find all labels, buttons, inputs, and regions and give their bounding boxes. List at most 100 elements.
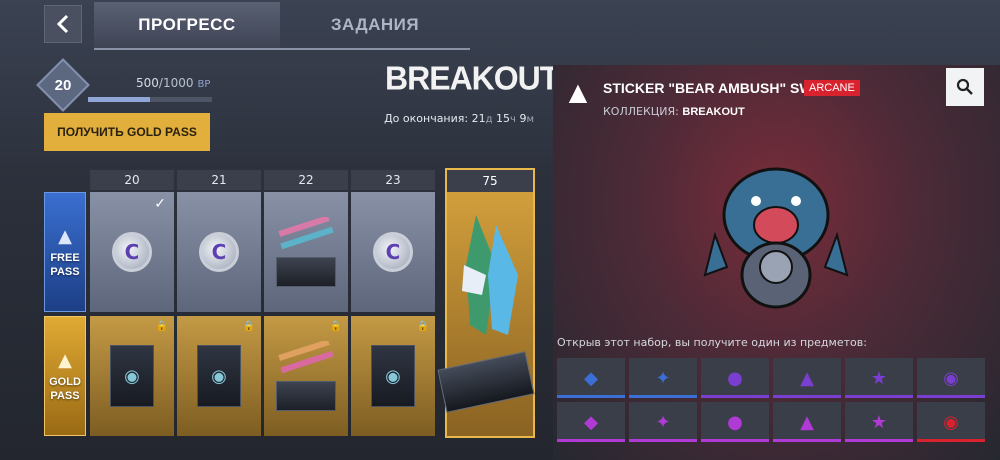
sticker-icon: ◆ — [584, 411, 598, 433]
contents-item[interactable]: ● — [701, 358, 769, 398]
sticker-icon: ◆ — [584, 367, 598, 389]
weapons-icon — [278, 341, 334, 374]
free-reward-cell[interactable]: C ✓ — [90, 192, 174, 312]
rarity-bar — [629, 439, 697, 442]
rarity-bar — [845, 395, 913, 398]
contents-item[interactable]: ◆ — [557, 402, 625, 442]
bp-progress-bar — [88, 97, 212, 102]
contents-description: Открыв этот набор, вы получите один из п… — [557, 336, 867, 349]
search-button[interactable] — [946, 68, 984, 106]
wolf-icon: ▲ — [58, 349, 72, 371]
bp-current: 500 — [136, 76, 159, 90]
item-title: STICKER "BEAR AMBUSH" SWAP — [603, 80, 832, 96]
gold-reward-cell[interactable]: 🔒 — [264, 316, 348, 436]
contents-item[interactable]: ✦ — [629, 402, 697, 442]
sticker-icon: ✦ — [655, 367, 671, 389]
case-icon — [276, 381, 336, 411]
sticker-icon: ● — [727, 411, 743, 433]
contents-item[interactable]: ✦ — [629, 358, 697, 398]
gold-reward-cell[interactable]: ◉ 🔒 — [177, 316, 261, 436]
rarity-bar — [773, 395, 841, 398]
sticker-pack-icon: ◉ — [371, 345, 415, 407]
free-pass-text-1: FREE — [50, 251, 80, 264]
search-icon — [956, 78, 973, 95]
free-pass-text-2: PASS — [50, 265, 80, 278]
free-reward-cell[interactable]: C — [177, 192, 261, 312]
free-reward-cell[interactable]: C — [351, 192, 435, 312]
free-pass-label: ▲ FREE PASS — [44, 192, 86, 312]
sticker-pack-icon: ◉ — [110, 345, 154, 407]
tab-progress-label: ПРОГРЕСС — [138, 15, 236, 34]
sticker-icon: ★ — [870, 367, 888, 389]
bp-unit: BP — [197, 79, 211, 90]
credits-coin-icon: C — [373, 232, 413, 272]
rarity-bar — [917, 439, 985, 442]
get-gold-pass-button[interactable]: ПОЛУЧИТЬ GOLD PASS — [44, 113, 210, 151]
back-button[interactable] — [44, 5, 82, 43]
rarity-bar — [557, 439, 625, 442]
sticker-icon: ✦ — [655, 411, 671, 433]
gold-pass-label: ▲ GOLD PASS — [44, 316, 86, 436]
chevron-left-icon — [56, 14, 69, 34]
check-icon: ✓ — [154, 196, 166, 212]
rarity-bar — [557, 395, 625, 398]
sticker-icon: ★ — [870, 411, 888, 433]
column-header-level: 75 — [447, 170, 533, 192]
contents-item[interactable]: ◆ — [557, 358, 625, 398]
rarity-badge: ARCANE — [804, 80, 860, 96]
lock-icon: 🔒 — [155, 321, 168, 332]
sticker-icon: ◉ — [943, 367, 959, 389]
timer-days-unit: д — [485, 114, 493, 125]
crate-icon — [276, 257, 336, 287]
level-number: 20 — [54, 76, 72, 94]
contents-item[interactable]: ★ — [845, 402, 913, 442]
contents-item[interactable]: ◉ — [917, 358, 985, 398]
collection-label: КОЛЛЕКЦИЯ: — [603, 105, 679, 118]
lock-icon: 🔒 — [416, 321, 429, 332]
column-header-level: 21 — [177, 170, 261, 190]
bp-max: /1000 — [158, 76, 194, 90]
contents-item[interactable]: ▲ — [773, 402, 841, 442]
free-reward-cell[interactable] — [264, 192, 348, 312]
sticker-pack-icon: ◉ — [197, 345, 241, 407]
contents-item[interactable]: ◉ — [917, 402, 985, 442]
rarity-bar — [701, 439, 769, 442]
contents-item[interactable]: ★ — [845, 358, 913, 398]
contents-grid: ◆ ✦ ● ▲ ★ ◉ ◆ ✦ ● ▲ ★ ◉ — [557, 358, 1000, 442]
credits-coin-icon: C — [112, 232, 152, 272]
contents-item[interactable]: ▲ — [773, 358, 841, 398]
contents-item[interactable]: ● — [701, 402, 769, 442]
sticker-icon: ▲ — [800, 411, 814, 433]
column-header-level: 20 — [90, 170, 174, 190]
final-reward-column[interactable]: 75 — [437, 168, 535, 438]
timer-hours: 15 — [496, 112, 511, 125]
rarity-bar — [845, 439, 913, 442]
gold-pass-text-1: GOLD — [49, 375, 81, 388]
gloves-icon — [453, 200, 529, 350]
rarity-bar — [629, 395, 697, 398]
timer-label: До окончания: — [384, 112, 469, 125]
bp-progress-text: 500/1000 BP — [136, 76, 210, 90]
weapons-icon — [278, 217, 334, 250]
sticker-icon: ▲ — [800, 367, 814, 389]
sticker-icon: ● — [727, 367, 743, 389]
event-title: BREAKOUT — [385, 59, 559, 97]
timer-minutes-unit: м — [526, 114, 534, 125]
rarity-bar — [773, 439, 841, 442]
rarity-bar — [701, 395, 769, 398]
item-collection: КОЛЛЕКЦИЯ: BREAKOUT — [603, 105, 745, 118]
collection-name: BREAKOUT — [682, 106, 745, 118]
wolf-icon: ▲ — [58, 225, 72, 247]
event-timer: До окончания: 21д 15ч 9м — [370, 112, 534, 125]
tab-progress[interactable]: ПРОГРЕСС — [94, 2, 280, 48]
lock-icon: 🔒 — [242, 321, 255, 332]
gold-reward-cell[interactable]: ◉ 🔒 — [351, 316, 435, 436]
gold-pass-text-2: PASS — [50, 389, 80, 402]
column-header-level: 23 — [351, 170, 435, 190]
bear-sticker-image — [698, 150, 854, 320]
gold-reward-cell[interactable]: ◉ 🔒 — [90, 316, 174, 436]
timer-days: 21 — [471, 112, 486, 125]
tab-tasks[interactable]: ЗАДАНИЯ — [280, 2, 470, 48]
sticker-icon: ◉ — [943, 411, 959, 433]
tab-tasks-label: ЗАДАНИЯ — [330, 15, 420, 34]
